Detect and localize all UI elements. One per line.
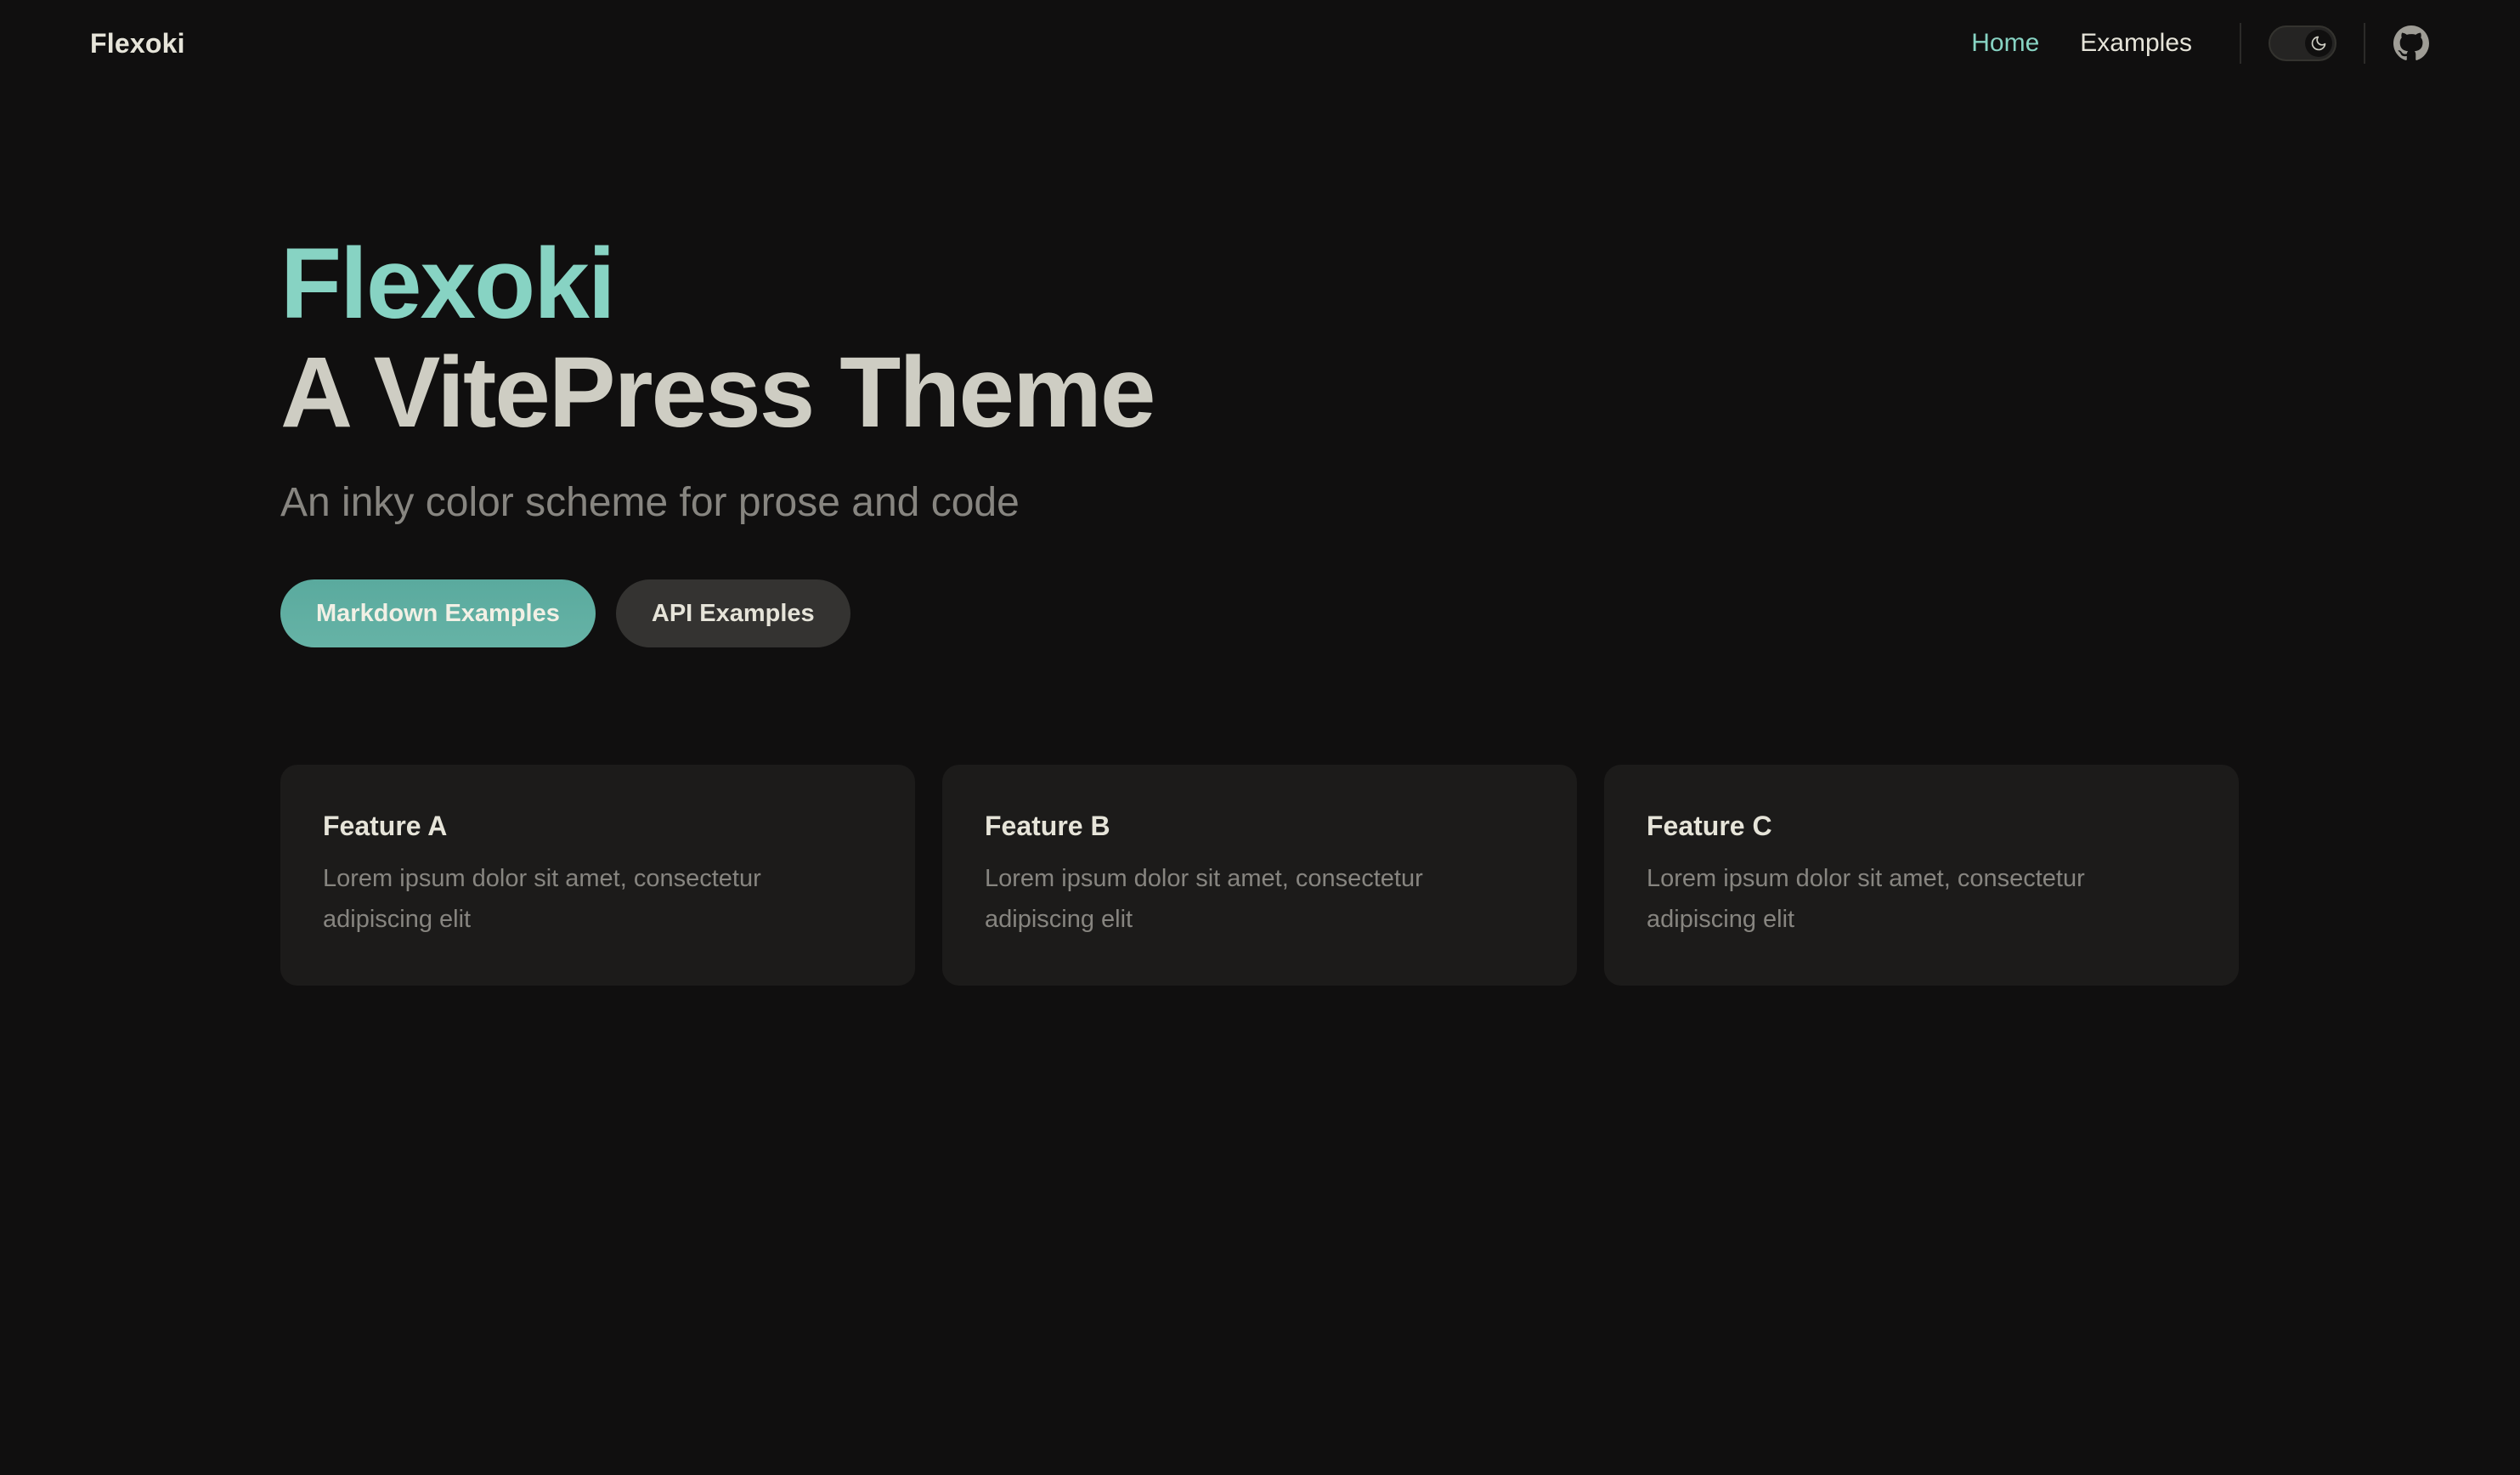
nav-link-examples[interactable]: Examples xyxy=(2060,19,2212,68)
hero-actions: Markdown Examples API Examples xyxy=(280,579,1155,647)
nav-links: Home Examples xyxy=(1951,19,2430,68)
feature-card-b: Feature B Lorem ipsum dolor sit amet, co… xyxy=(942,765,1577,986)
nav-divider xyxy=(2364,23,2365,64)
top-nav: Flexoki Home Examples xyxy=(0,0,2520,87)
hero-name: Flexoki xyxy=(280,228,616,340)
api-examples-button[interactable]: API Examples xyxy=(615,579,850,647)
feature-card-c: Feature C Lorem ipsum dolor sit amet, co… xyxy=(1604,765,2239,986)
feature-title: Feature A xyxy=(323,811,448,841)
nav-link-home[interactable]: Home xyxy=(1951,19,2060,68)
feature-details: Lorem ipsum dolor sit amet, consectetur … xyxy=(1647,865,2085,933)
nav-divider xyxy=(2240,23,2241,64)
feature-details: Lorem ipsum dolor sit amet, consectetur … xyxy=(985,865,1423,933)
moon-icon xyxy=(2305,30,2332,57)
hero-text: A VitePress Theme xyxy=(280,336,1156,449)
markdown-examples-button[interactable]: Markdown Examples xyxy=(280,579,596,647)
github-icon[interactable] xyxy=(2393,25,2430,62)
site-title[interactable]: Flexoki xyxy=(90,24,185,63)
feature-title: Feature C xyxy=(1647,811,1772,841)
feature-card-a: Feature A Lorem ipsum dolor sit amet, co… xyxy=(280,765,915,986)
feature-details: Lorem ipsum dolor sit amet, consectetur … xyxy=(323,865,761,933)
appearance-toggle[interactable] xyxy=(2269,25,2336,61)
features: Feature A Lorem ipsum dolor sit amet, co… xyxy=(280,765,2239,986)
feature-title: Feature B xyxy=(985,811,1110,841)
hero-tagline: An inky color scheme for prose and code xyxy=(280,480,1020,525)
hero: Flexoki A VitePress Theme An inky color … xyxy=(280,228,1156,647)
